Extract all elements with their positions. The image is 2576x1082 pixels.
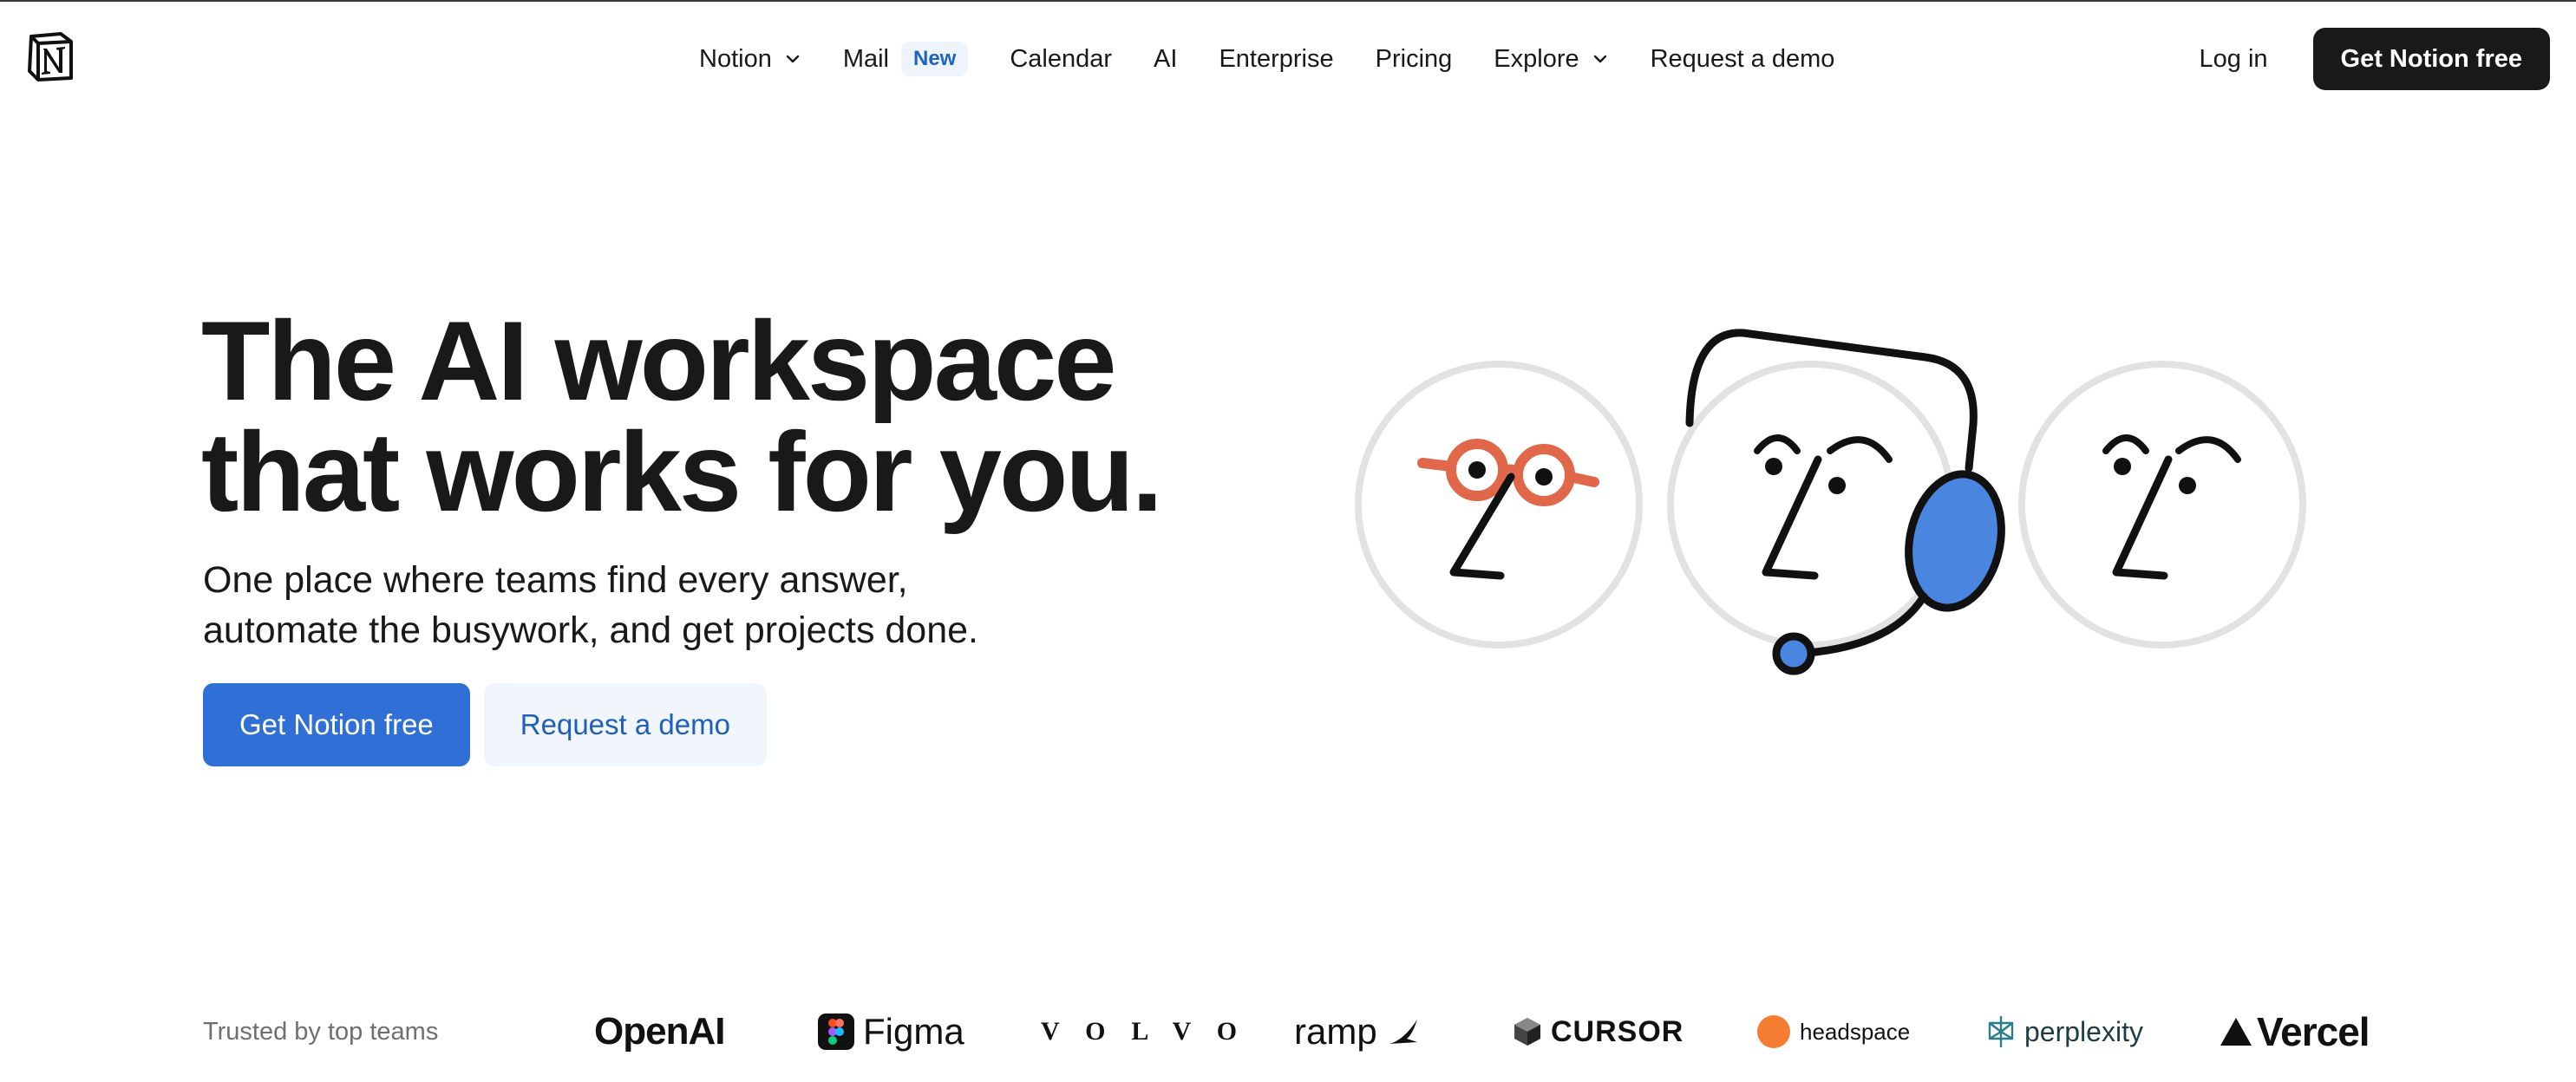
cursor-cube-icon <box>1514 1018 1540 1046</box>
nav-item-label: Calendar <box>1010 44 1113 73</box>
nav-actions: Log in Get Notion free <box>2200 28 2550 90</box>
volvo-logo: VOLVO <box>1041 1006 1263 1058</box>
hero-subtitle-line: One place where teams find every answer, <box>203 559 908 601</box>
nav-item-pricing[interactable]: Pricing <box>1376 45 1453 74</box>
hero-title-line: The AI workspace <box>201 297 1117 424</box>
top-navigation: Notion Mail New Calendar AI Enterprise P… <box>0 0 2576 118</box>
nav-item-label: AI <box>1154 44 1178 73</box>
nav-item-label: Pricing <box>1375 44 1453 73</box>
nav-item-notion[interactable]: Notion <box>699 45 801 74</box>
brand-name: Vercel <box>2257 1009 2370 1054</box>
trusted-label: Trusted by top teams <box>203 1018 439 1046</box>
nav-item-mail[interactable]: Mail New <box>843 42 969 76</box>
new-badge: New <box>901 42 969 76</box>
request-demo-button[interactable]: Request a demo <box>483 683 767 766</box>
nav-item-label: Request a demo <box>1650 44 1835 73</box>
chevron-down-icon <box>786 55 800 63</box>
login-link[interactable]: Log in <box>2200 45 2268 74</box>
nav-item-label: Explore <box>1494 44 1579 73</box>
brand-name: ramp <box>1294 1011 1377 1052</box>
headspace-dot-icon <box>1757 1015 1790 1048</box>
face-illustration-glasses <box>1355 361 1643 649</box>
nav-item-ai[interactable]: AI <box>1154 45 1177 74</box>
brand-name: CURSOR <box>1551 1014 1684 1048</box>
hero-subtitle: One place where teams find every answer,… <box>203 555 1244 655</box>
figma-icon <box>818 1014 854 1050</box>
figma-logo: Figma <box>818 1006 964 1058</box>
ramp-icon <box>1389 1020 1417 1044</box>
nav-item-label: Enterprise <box>1219 44 1334 73</box>
nav-item-label: Mail <box>842 44 889 73</box>
vercel-triangle-icon <box>2220 1018 2252 1046</box>
nav-item-explore[interactable]: Explore <box>1494 45 1608 74</box>
openai-logo: OpenAI <box>594 1006 725 1058</box>
brand-name: Figma <box>863 1011 964 1052</box>
hero-title-line: that works for you. <box>201 408 1163 535</box>
perplexity-icon <box>1988 1016 2014 1047</box>
vercel-logo: Vercel <box>2219 1006 2370 1058</box>
notion-logo-icon[interactable] <box>26 31 75 81</box>
brand-logo-row: OpenAI Figma VOLVO ramp CURSOR headspace… <box>590 1006 2394 1058</box>
hero-actions: Get Notion free Request a demo <box>203 683 767 766</box>
chevron-down-icon <box>1593 55 1606 63</box>
brand-name: OpenAI <box>594 1010 725 1053</box>
brand-name: perplexity <box>2024 1015 2143 1047</box>
hero-illustration <box>1355 329 2306 675</box>
brand-name: VOLVO <box>1041 1017 1264 1046</box>
cursor-logo: CURSOR <box>1513 1006 1684 1058</box>
face-illustration-headset <box>1667 329 2005 675</box>
headspace-logo: headspace <box>1756 1006 1910 1058</box>
brand-name: headspace <box>1800 1018 1911 1045</box>
get-notion-free-button[interactable]: Get Notion free <box>203 683 470 766</box>
nav-item-calendar[interactable]: Calendar <box>1010 45 1112 74</box>
hero-title: The AI workspace that works for you. <box>201 297 1329 535</box>
perplexity-logo: perplexity <box>1986 1006 2143 1058</box>
nav-item-enterprise[interactable]: Enterprise <box>1219 45 1333 74</box>
nav-item-label: Notion <box>699 44 772 73</box>
main-menu: Notion Mail New Calendar AI Enterprise P… <box>699 38 1876 80</box>
get-notion-free-nav-button[interactable]: Get Notion free <box>2312 28 2550 90</box>
ramp-logo: ramp <box>1294 1006 1421 1058</box>
face-illustration-plain <box>2018 361 2306 649</box>
hero-subtitle-line: automate the busywork, and get projects … <box>203 609 978 651</box>
nav-item-request-demo[interactable]: Request a demo <box>1651 45 1835 74</box>
